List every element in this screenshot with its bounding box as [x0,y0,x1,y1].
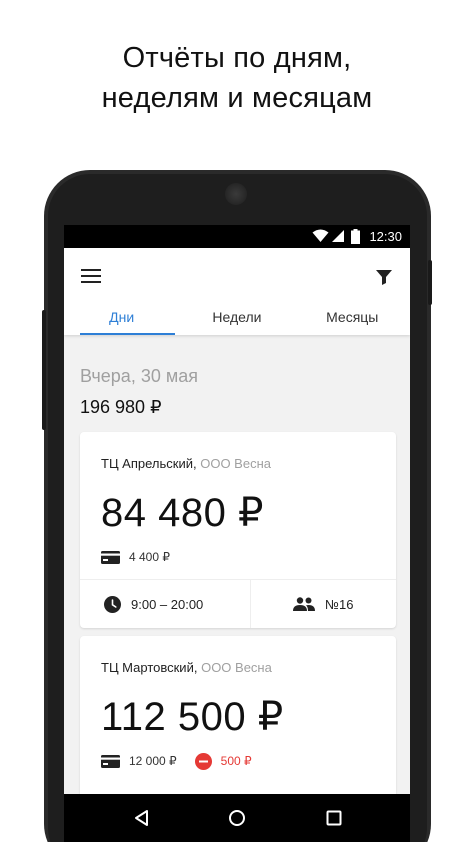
store-revenue: 84 480 ₽ [101,491,264,535]
store-org: ООО Весна [201,660,272,675]
summary-date: Вчера, 30 мая [80,366,198,386]
promo-title: Отчёты по дням, неделям и месяцам [0,38,474,118]
tab-months[interactable]: Месяцы [295,303,410,335]
filter-icon[interactable] [375,268,393,286]
clock-icon [104,595,121,613]
credit-card-icon [101,550,120,564]
store-org: ООО Весна [200,456,271,471]
store-name: ТЦ Мартовский, [101,660,198,675]
store-name-line: ТЦ Мартовский, ООО Весна [101,660,272,675]
phone-side-button-left [42,310,46,430]
tab-days[interactable]: Дни [64,303,179,335]
store-card[interactable]: ТЦ Апрельский, ООО Весна 84 480 ₽ 4 400 … [80,432,396,628]
store-name: ТЦ Апрельский, [101,456,197,471]
status-bar: 12:30 [64,225,410,248]
payment-row: 4 400 ₽ [101,548,170,566]
back-icon[interactable] [132,808,152,828]
recent-apps-icon[interactable] [324,808,344,828]
android-nav-bar [64,794,410,842]
card-payment-amount: 4 400 ₽ [129,550,170,564]
phone-side-button-right [428,260,432,305]
working-hours: 9:00 – 20:00 [80,580,251,628]
menu-icon[interactable] [81,269,101,285]
refund-minus-icon [194,752,212,770]
people-icon [293,597,316,611]
phone-screen: 12:30 Дни Недели Месяцы Вчера, 30 мая 19… [64,225,410,842]
tab-weeks[interactable]: Недели [179,303,294,335]
shift-number-value: №16 [325,596,354,612]
refund-amount: 500 ₽ [220,754,252,768]
status-time: 12:30 [369,229,402,244]
app-bar: Дни Недели Месяцы [64,248,410,335]
battery-icon [351,229,360,244]
store-revenue: 112 500 ₽ [101,695,284,739]
phone-camera-icon [225,183,247,205]
card-footer: 9:00 – 20:00 №16 [80,579,396,628]
shift-number: №16 [251,580,397,628]
promo-title-line-1: Отчёты по дням, [122,42,352,74]
card-payment-amount: 12 000 ₽ [129,754,177,768]
working-hours-value: 9:00 – 20:00 [131,596,204,612]
payment-row: 12 000 ₽ 500 ₽ [101,752,252,770]
promo-title-line-2: неделям и месяцам [101,82,373,114]
summary-total: 196 980 ₽ [80,397,162,417]
signal-icon [332,230,344,242]
wifi-icon [312,229,329,242]
period-tabs: Дни Недели Месяцы [64,303,410,335]
home-icon[interactable] [227,808,247,828]
store-name-line: ТЦ Апрельский, ООО Весна [101,456,271,471]
credit-card-icon [101,754,120,768]
